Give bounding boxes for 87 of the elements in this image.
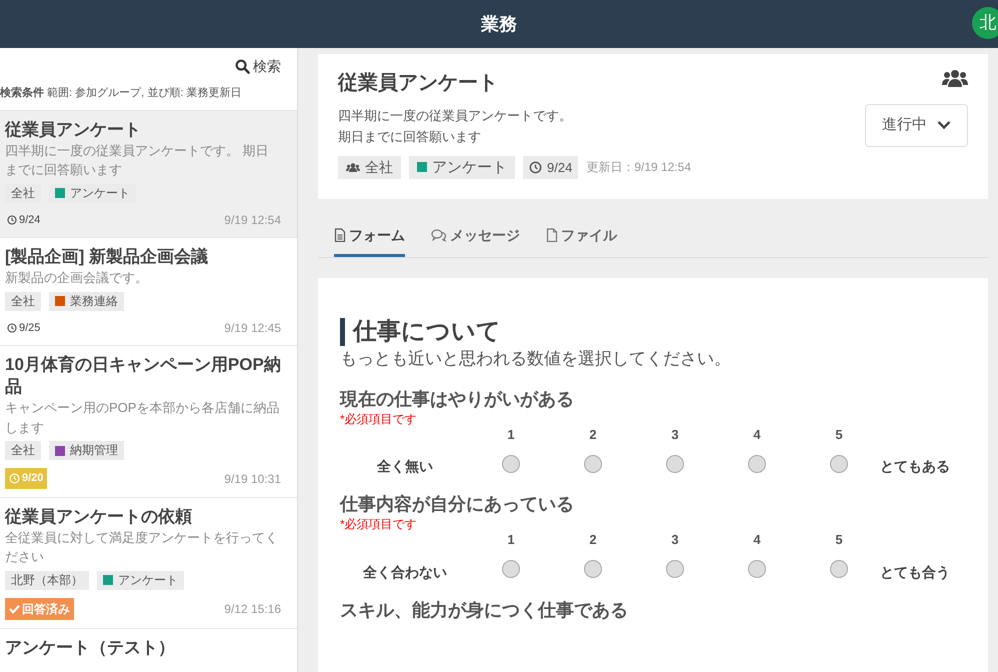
radio-button[interactable]	[748, 560, 766, 578]
scale-number: 2	[588, 426, 598, 444]
group-tag: 全社	[5, 184, 41, 203]
description-line: 期日までに回答願います	[338, 128, 482, 146]
scale-number: 1	[506, 426, 516, 444]
scale-high-label: とてもある	[880, 457, 951, 476]
search-icon	[235, 59, 250, 74]
task-list-item[interactable]: 10月体育の日キャンペーン用POP納品 キャンペーン用のPOPを本部から各店舗に納品します 全社 納期管理 9/20 9/19 10:31	[0, 345, 297, 497]
tab[interactable]: フォーム	[334, 216, 405, 257]
task-description: 四半期に一度の従業員アンケートです。 期日までに回答願います	[5, 142, 270, 180]
updated-time: 9/19 12:54	[224, 212, 281, 229]
radio-button[interactable]	[502, 560, 520, 578]
users-icon	[346, 162, 360, 173]
group-icon	[942, 68, 968, 88]
clock-icon	[9, 473, 20, 484]
detail-title: 従業員アンケート	[338, 71, 499, 96]
clock-icon	[7, 322, 17, 333]
tab[interactable]: メッセージ	[431, 216, 520, 257]
chevron-down-icon	[937, 120, 951, 130]
radio-button[interactable]	[666, 454, 684, 473]
category-tag: アンケート	[97, 570, 184, 590]
updated-date: 更新日：9/19 12:54	[586, 159, 692, 176]
radio-button[interactable]	[502, 454, 520, 473]
clock-icon	[529, 160, 542, 174]
radio-button[interactable]	[666, 560, 684, 578]
task-list-item[interactable]: 従業員アンケート 四半期に一度の従業員アンケートです。 期日までに回答願います 全社 アンケート 9/24 9/19 12:54	[0, 110, 297, 238]
scale-number: 5	[834, 426, 844, 444]
category-tag: 納期管理	[49, 441, 124, 460]
task-list-item[interactable]: 従業員アンケートの依頼 全従業員に対して満足度アンケートを行ってください 北野（本部） アンケート 回答済み 9/12 15:16	[0, 496, 297, 628]
scale-number: 4	[752, 531, 762, 550]
description-line: 四半期に一度の従業員アンケートです。	[338, 107, 573, 125]
question-title: 仕事内容が自分にあっている	[340, 493, 575, 516]
scale-number: 2	[588, 531, 598, 550]
scale-high-label: とても合う	[880, 562, 951, 582]
scale-low-label: 全く無い	[376, 457, 434, 476]
radio-button[interactable]	[584, 560, 602, 578]
scale-number: 4	[752, 426, 762, 444]
scale-number: 1	[506, 531, 516, 550]
group-tag: 全社	[5, 441, 41, 460]
task-title: [製品企画] 新製品企画会議	[5, 246, 210, 268]
file-icon	[546, 228, 558, 242]
task-description: 新製品の企画会議です。	[5, 269, 149, 288]
radio-button[interactable]	[830, 560, 848, 578]
radio-button[interactable]	[584, 454, 602, 473]
task-title: 従業員アンケートの依頼	[5, 506, 193, 528]
radio-button[interactable]	[748, 454, 766, 473]
updated-time: 9/19 10:31	[224, 470, 281, 488]
due-date: 9/24	[5, 210, 42, 230]
group-tag: 全社	[5, 292, 41, 311]
scale-number: 3	[670, 426, 680, 444]
section-subtitle: もっとも近いと思われる数値を選択してください。	[340, 348, 732, 370]
required-note: *必須項目です	[340, 518, 418, 530]
section-title: 仕事について	[340, 318, 966, 346]
required-note: *必須項目です	[340, 412, 418, 425]
tab[interactable]: ファイル	[546, 216, 617, 257]
category-tag: 業務連絡	[49, 292, 124, 311]
task-description: 全従業員に対して満足度アンケートを行ってください	[5, 528, 279, 566]
scale-low-label: 全く合わない	[362, 562, 448, 582]
answered-badge: 回答済み	[5, 598, 74, 620]
search-button[interactable]: 検索	[235, 56, 281, 77]
task-title: 10月体育の日キャンペーン用POP納品	[5, 354, 281, 398]
task-title: アンケート（テスト）	[5, 636, 176, 659]
scale-number: 5	[834, 531, 844, 550]
due-date-tag: 9/24	[523, 156, 578, 179]
due-date-badge: 9/20	[5, 468, 48, 489]
radio-button[interactable]	[830, 454, 848, 473]
document-icon	[334, 228, 346, 242]
task-list-item[interactable]: [製品企画] 新製品企画会議 新製品の企画会議です。 全社 業務連絡 9/25 9/19 12:45	[0, 237, 297, 346]
task-title: 従業員アンケート	[5, 118, 142, 140]
due-date: 9/25	[5, 318, 42, 338]
category-tag: アンケート	[49, 184, 136, 203]
search-criteria: 検索条件 範囲: 参加グループ, 並び順: 業務更新日	[0, 86, 242, 101]
updated-time: 9/12 15:16	[224, 600, 281, 618]
page-title: 業務	[481, 12, 517, 36]
scale-number: 3	[670, 531, 680, 550]
clock-icon	[7, 214, 17, 225]
group-tag: 全社	[338, 156, 401, 179]
check-icon	[9, 604, 20, 614]
status-dropdown[interactable]: 進行中	[865, 104, 968, 146]
task-description: キャンペーン用のPOPを本部から各店舗に納品します	[5, 399, 280, 437]
question-title: スキル、能力が身につく仕事である	[340, 598, 629, 622]
category-tag: アンケート	[409, 156, 515, 179]
question-title: 現在の仕事はやりがいがある	[340, 388, 575, 411]
group-tag: 北野（本部）	[5, 570, 89, 590]
task-list-item[interactable]: アンケート（テスト）	[0, 628, 297, 668]
chat-bubbles-icon	[431, 228, 447, 242]
updated-time: 9/19 12:45	[224, 320, 281, 337]
